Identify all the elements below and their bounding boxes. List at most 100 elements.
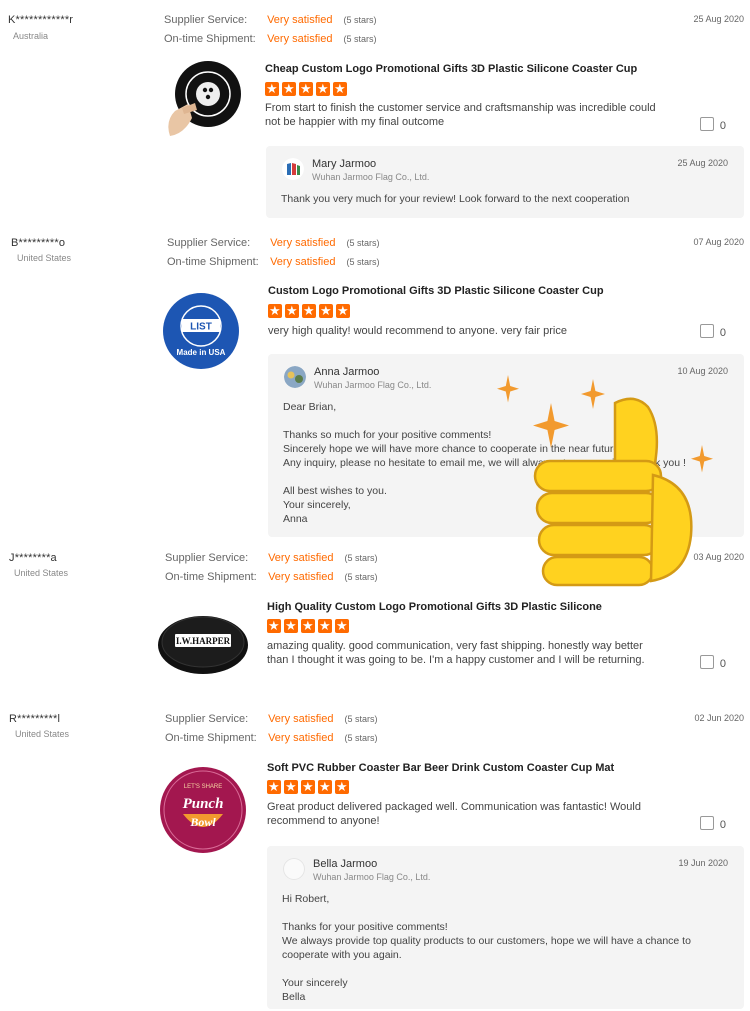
shipment-rating: Very satisfied: [267, 33, 333, 45]
reply-date: 19 Jun 2020: [678, 858, 728, 868]
supplier-service-row: Supplier Service: Very satisfied (5 star…: [165, 552, 378, 564]
sparkle-icon: [497, 375, 713, 473]
logo-text: LIST: [190, 322, 212, 333]
star-icon: [316, 80, 330, 98]
review-comment: Great product delivered packaged well. C…: [267, 801, 641, 827]
shipment-rating: Very satisfied: [268, 732, 334, 744]
logo-text: I.W.HARPER: [176, 636, 231, 646]
supplier-name: Mary Jarmoo: [312, 158, 377, 170]
shipment-row: On-time Shipment: Very satisfied (5 star…: [167, 256, 380, 268]
shipment-rating: Very satisfied: [270, 256, 336, 268]
star-icon: [335, 617, 349, 635]
supplier-avatar: [282, 158, 304, 180]
supplier-name: Anna Jarmoo: [314, 366, 380, 378]
stars-note: (5 stars): [344, 572, 378, 582]
star-icon: [318, 617, 332, 635]
stars-note: (5 stars): [344, 714, 378, 724]
supplier-service-rating: Very satisfied: [268, 552, 334, 564]
review-date: 02 Jun 2020: [694, 713, 744, 723]
star-icon: [299, 80, 313, 98]
supplier-company: Wuhan Jarmoo Flag Co., Ltd.: [312, 172, 430, 182]
shipment-row: On-time Shipment: Very satisfied (5 star…: [165, 571, 378, 583]
reviewer-country: Australia: [13, 31, 49, 41]
supplier-service-row: Supplier Service: Very satisfied (5 star…: [164, 14, 377, 26]
reviewer-country: United States: [17, 253, 72, 263]
star-icon: [302, 302, 316, 320]
reviewer-name: K************r: [8, 14, 74, 26]
reply-date: 25 Aug 2020: [677, 158, 728, 168]
star-icon: [282, 80, 296, 98]
thumbs-up-icon: [699, 816, 714, 830]
product-image[interactable]: LIST Made in USA: [162, 292, 240, 370]
supplier-service-rating: Very satisfied: [270, 237, 336, 249]
thumbs-up-icon: [699, 655, 714, 669]
stars-note: (5 stars): [344, 553, 378, 563]
like-button[interactable]: 0: [699, 655, 726, 670]
shipment-rating: Very satisfied: [268, 571, 334, 583]
supplier-service-label: Supplier Service:: [165, 713, 249, 725]
reply-text: Thank you very much for your review! Loo…: [281, 193, 630, 205]
shipment-label: On-time Shipment:: [164, 33, 256, 45]
thumbs-up-icon: [699, 117, 714, 131]
review-comment: From start to finish the customer servic…: [265, 102, 656, 128]
shipment-row: On-time Shipment: Very satisfied (5 star…: [164, 33, 377, 45]
star-icon: [285, 302, 299, 320]
star-icon: [268, 302, 282, 320]
rating-stars: [267, 617, 352, 635]
star-icon: [333, 80, 347, 98]
supplier-company: Wuhan Jarmoo Flag Co., Ltd.: [313, 872, 431, 882]
like-count: 0: [719, 327, 726, 339]
logo-text: Punch: [183, 796, 224, 812]
logo-text: LET'S SHARE: [184, 784, 223, 790]
product-title[interactable]: Custom Logo Promotional Gifts 3D Plastic…: [268, 285, 604, 297]
logo-text: Bowl: [189, 815, 216, 829]
star-icon: [267, 617, 281, 635]
star-icon: [318, 778, 332, 796]
reviewer-name: R*********l: [9, 713, 61, 725]
star-icon: [336, 302, 350, 320]
shipment-row: On-time Shipment: Very satisfied (5 star…: [165, 732, 378, 744]
review-item: K************r Australia Supplier Servic…: [0, 0, 750, 225]
logo-text: Made in USA: [177, 348, 226, 357]
review-item: R*********l United States Supplier Servi…: [0, 706, 750, 1011]
supplier-reply: Bella Jarmoo Wuhan Jarmoo Flag Co., Ltd.…: [267, 846, 744, 1009]
supplier-avatar: [283, 858, 305, 880]
product-image[interactable]: I.W.HARPER: [157, 611, 249, 675]
reviewer-country: United States: [14, 568, 69, 578]
supplier-service-rating: Very satisfied: [268, 713, 334, 725]
review-date: 25 Aug 2020: [693, 14, 744, 24]
product-image[interactable]: LET'S SHARE Punch Bowl: [159, 766, 247, 854]
star-icon: [335, 778, 349, 796]
like-count: 0: [719, 120, 726, 132]
stars-note: (5 stars): [343, 34, 377, 44]
product-title[interactable]: Soft PVC Rubber Coaster Bar Beer Drink C…: [267, 762, 614, 774]
supplier-company: Wuhan Jarmoo Flag Co., Ltd.: [314, 380, 432, 390]
thumbs-up-icon: [699, 324, 714, 338]
product-image[interactable]: [160, 56, 246, 142]
product-title[interactable]: Cheap Custom Logo Promotional Gifts 3D P…: [265, 63, 637, 75]
rating-stars: [265, 80, 350, 98]
reviewer-name: B*********o: [11, 237, 66, 249]
supplier-service-label: Supplier Service:: [165, 552, 249, 564]
shipment-label: On-time Shipment:: [165, 571, 257, 583]
supplier-service-rating: Very satisfied: [267, 14, 333, 26]
like-button[interactable]: 0: [699, 324, 726, 339]
star-icon: [301, 617, 315, 635]
like-button[interactable]: 0: [699, 816, 726, 831]
star-icon: [284, 617, 298, 635]
star-icon: [284, 778, 298, 796]
supplier-service-label: Supplier Service:: [167, 237, 251, 249]
review-date: 07 Aug 2020: [693, 237, 744, 247]
thumbs-up-emoji-icon: [497, 375, 713, 587]
like-button[interactable]: 0: [699, 117, 726, 132]
shipment-label: On-time Shipment:: [165, 732, 257, 744]
review-comment: very high quality! would recommend to an…: [268, 325, 567, 337]
review-comment: amazing quality. good communication, ver…: [267, 640, 645, 666]
product-title[interactable]: High Quality Custom Logo Promotional Gif…: [267, 601, 602, 613]
like-count: 0: [719, 658, 726, 670]
reply-text: Hi Robert, Thanks for your positive comm…: [282, 893, 691, 1003]
rating-stars: [267, 778, 352, 796]
reviewer-name: J********a: [9, 552, 57, 564]
supplier-service-row: Supplier Service: Very satisfied (5 star…: [167, 237, 380, 249]
reviewer-country: United States: [15, 729, 70, 739]
